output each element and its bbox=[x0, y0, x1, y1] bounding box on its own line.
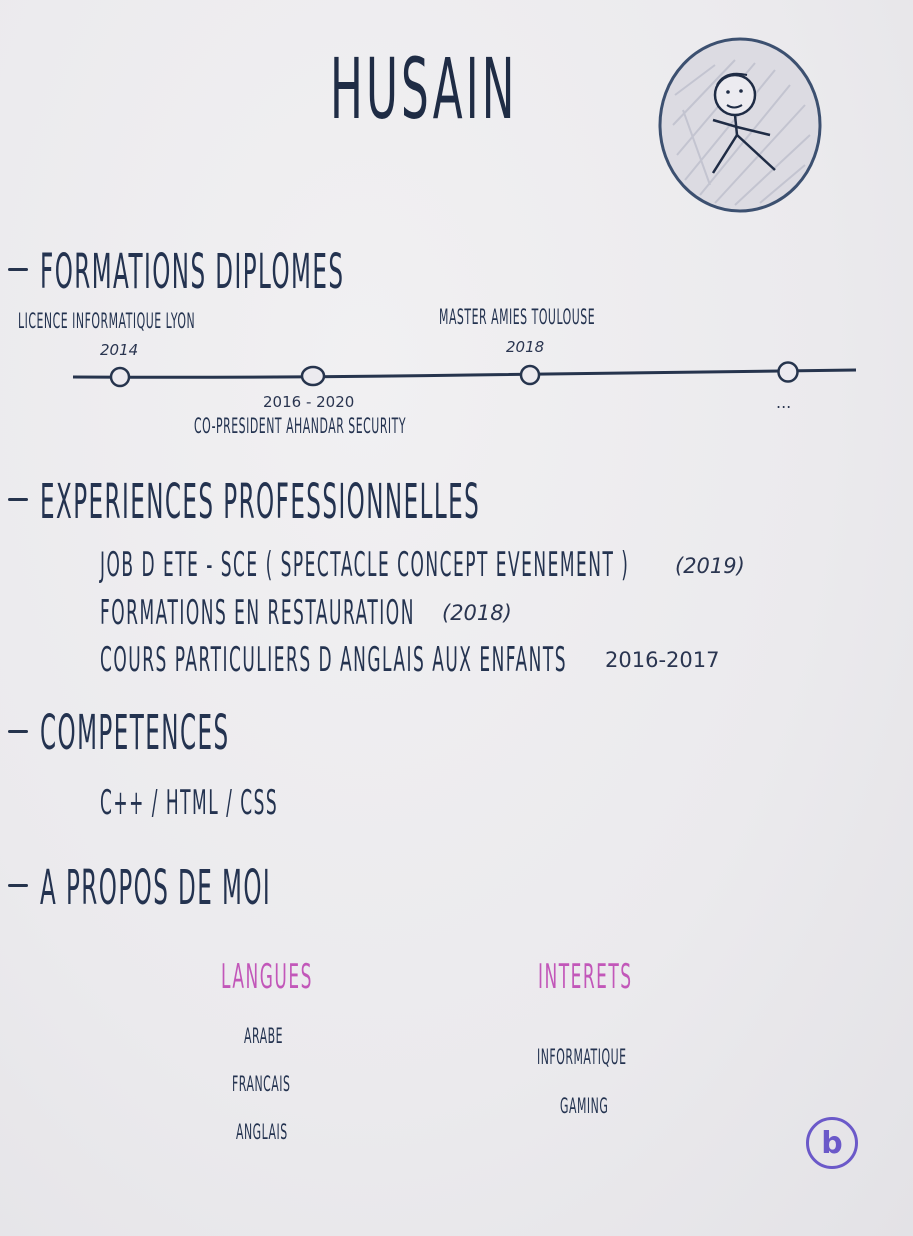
page-title: HUSAIN bbox=[330, 40, 518, 138]
timeline-year-2: 2016 - 2020 bbox=[263, 393, 355, 411]
experience-year-1: (2019) bbox=[675, 554, 745, 578]
langue-item: ARABE bbox=[244, 1024, 284, 1048]
experience-year-3: 2016-2017 bbox=[605, 648, 720, 672]
timeline-label-4: ... bbox=[776, 393, 792, 412]
bullet-dash bbox=[8, 884, 28, 887]
langue-item: FRANCAIS bbox=[232, 1072, 291, 1096]
timeline-node bbox=[300, 365, 326, 387]
bullet-dash bbox=[8, 730, 28, 733]
bullet-dash bbox=[8, 268, 28, 271]
interet-item: GAMING bbox=[560, 1094, 609, 1118]
experience-item-2: FORMATIONS EN RESTAURATION bbox=[100, 593, 415, 633]
timeline-year-3: 2018 bbox=[506, 338, 545, 356]
competences-list: C++ / HTML / CSS bbox=[100, 783, 279, 823]
bullet-dash bbox=[8, 498, 28, 501]
langues-title: LANGUES bbox=[221, 957, 313, 997]
apropos-heading: A PROPOS DE MOI bbox=[40, 860, 272, 916]
competences-heading: COMPETENCES bbox=[40, 705, 230, 761]
interets-title: INTERETS bbox=[538, 957, 633, 997]
experiences-heading: EXPERIENCES PROFESSIONNELLES bbox=[40, 474, 481, 530]
timeline-node bbox=[109, 366, 131, 388]
timeline-label-3: MASTER AMIES TOULOUSE bbox=[439, 305, 596, 329]
interet-item: INFORMATIQUE bbox=[537, 1045, 627, 1069]
experience-item-1: JOB D ETE - SCE ( SPECTACLE CONCEPT EVEN… bbox=[100, 545, 630, 585]
timeline bbox=[72, 361, 857, 388]
timeline-year-1: 2014 bbox=[100, 341, 139, 359]
b-logo-icon[interactable]: b bbox=[806, 1117, 858, 1169]
formations-heading: FORMATIONS DIPLOMES bbox=[40, 244, 345, 300]
badge-letter: b bbox=[821, 1125, 843, 1161]
timeline-label-1: LICENCE INFORMATIQUE LYON bbox=[18, 309, 196, 333]
langue-item: ANGLAIS bbox=[236, 1120, 288, 1144]
avatar-stick-figure-icon bbox=[658, 37, 822, 213]
experience-item-3: COURS PARTICULIERS D ANGLAIS AUX ENFANTS bbox=[100, 640, 568, 680]
experience-year-2: (2018) bbox=[442, 601, 512, 625]
timeline-label-2: CO-PRESIDENT AHANDAR SECURITY bbox=[194, 414, 407, 438]
timeline-node bbox=[777, 361, 799, 383]
timeline-node bbox=[519, 364, 541, 386]
